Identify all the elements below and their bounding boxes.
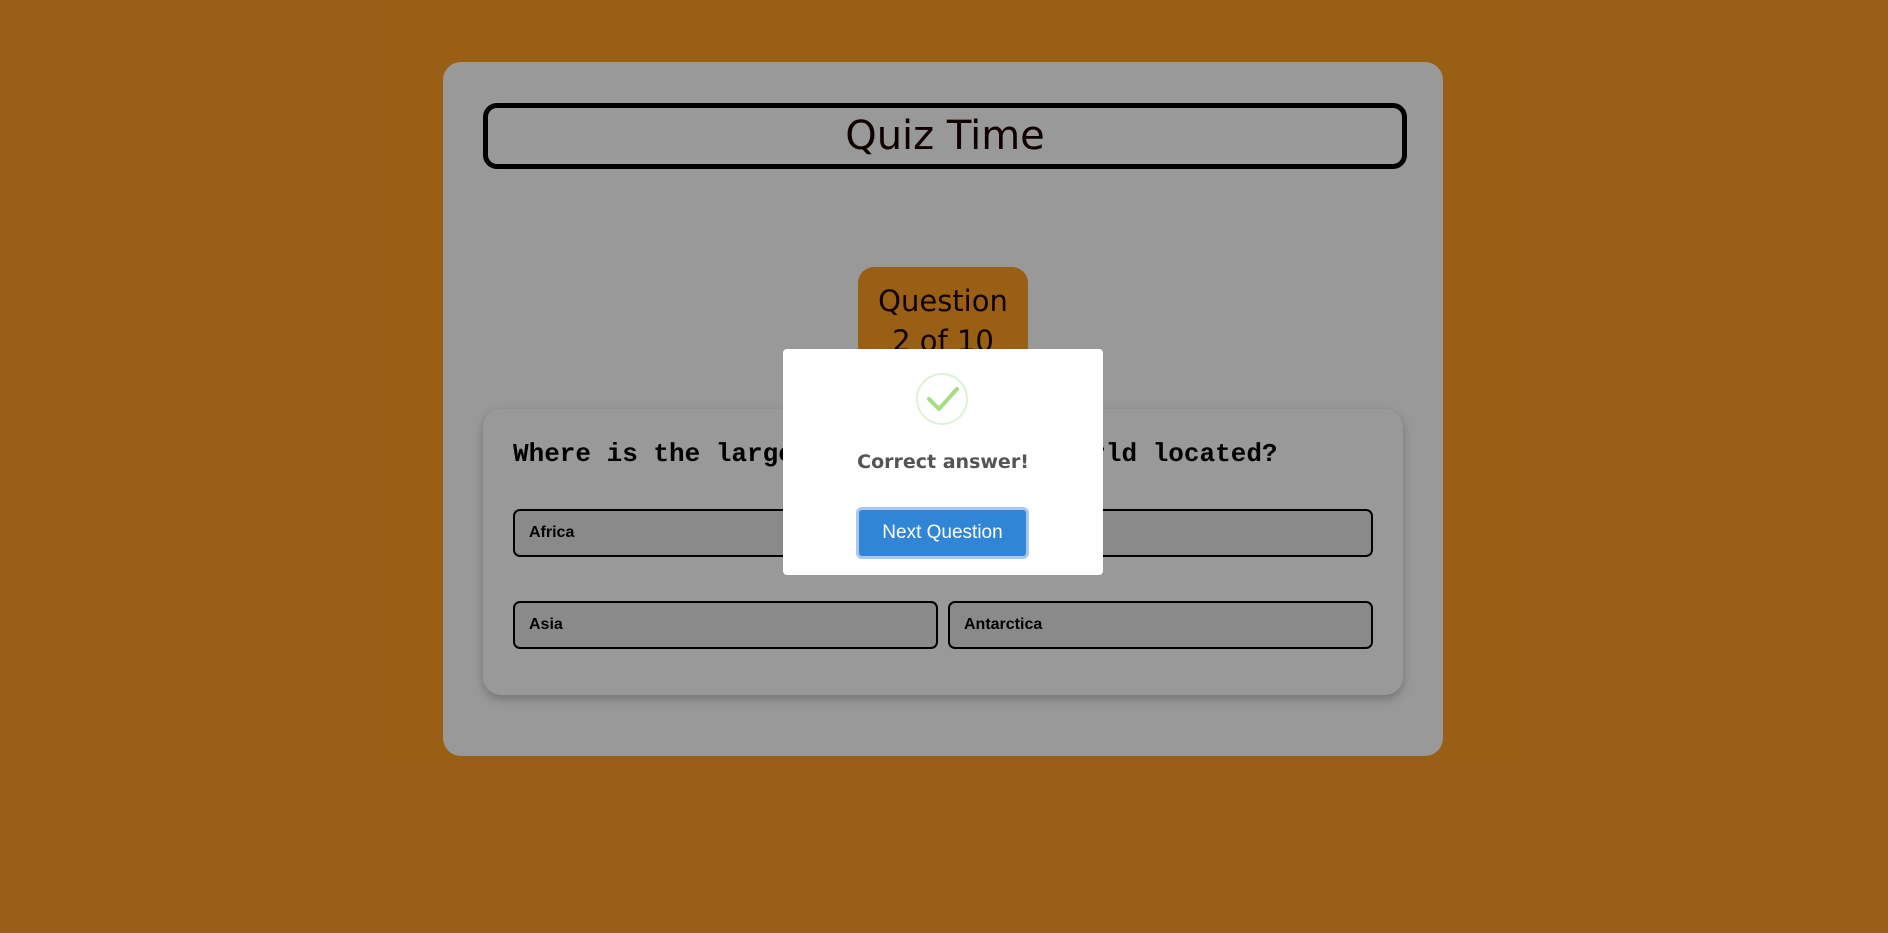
next-question-button[interactable]: Next Question bbox=[856, 507, 1029, 559]
result-message: Correct answer! bbox=[857, 451, 1029, 473]
success-check-icon bbox=[916, 373, 968, 425]
result-dialog: Correct answer! Next Question bbox=[783, 349, 1103, 575]
